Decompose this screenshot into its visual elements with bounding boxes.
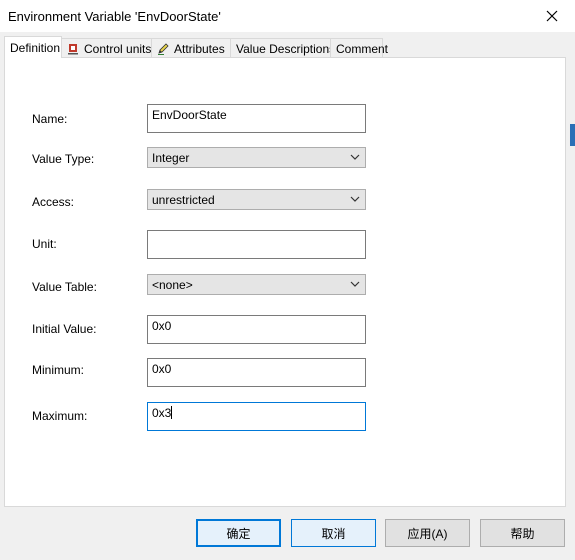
unit-input[interactable] (147, 230, 366, 259)
text-cursor (171, 406, 173, 419)
chevron-down-icon (350, 281, 360, 287)
value-table-select[interactable]: <none> (147, 274, 366, 295)
pencil-icon (157, 42, 169, 55)
value-table-label: Value Table: (32, 280, 97, 294)
title-bar: Environment Variable 'EnvDoorState' (0, 0, 575, 32)
initial-value-label: Initial Value: (32, 322, 97, 336)
value-type-label: Value Type: (32, 152, 95, 166)
value-type-select[interactable]: Integer (147, 147, 366, 168)
maximum-value: 0x3 (152, 406, 172, 420)
close-icon (546, 10, 558, 22)
name-input[interactable]: EnvDoorState (147, 104, 366, 133)
ok-button-label: 确定 (226, 526, 251, 541)
initial-value-input[interactable]: 0x0 (147, 315, 366, 344)
tab-label: Control units (84, 41, 152, 56)
tab-control-units[interactable]: Control units (61, 38, 152, 58)
maximum-input[interactable]: 0x3 (147, 402, 366, 431)
access-select[interactable]: unrestricted (147, 189, 366, 210)
apply-button[interactable]: 应用(A) (385, 519, 470, 547)
apply-button-label: 应用(A) (407, 526, 448, 541)
help-button[interactable]: 帮助 (480, 519, 565, 547)
tab-comment[interactable]: Comment (330, 38, 388, 58)
tab-label: Value Descriptions (236, 41, 336, 56)
name-value: EnvDoorState (152, 108, 227, 122)
cancel-button-label: 取消 (321, 526, 346, 541)
ok-button[interactable]: 确定 (196, 519, 281, 547)
unit-label: Unit: (32, 237, 57, 251)
help-button-label: 帮助 (510, 526, 535, 541)
chevron-down-icon (350, 196, 360, 202)
tab-label: Comment (336, 41, 389, 56)
tab-label: Attributes (174, 41, 225, 56)
tab-value-descriptions[interactable]: Value Descriptions (230, 38, 335, 58)
ecu-icon (67, 43, 79, 55)
maximum-label: Maximum: (32, 409, 88, 423)
minimum-input[interactable]: 0x0 (147, 358, 366, 387)
background-window-edge (566, 32, 575, 560)
value-table-value: <none> (152, 278, 193, 292)
name-label: Name: (32, 112, 68, 126)
minimum-value: 0x0 (152, 362, 172, 376)
value-type-value: Integer (152, 151, 190, 165)
minimum-label: Minimum: (32, 363, 85, 377)
chevron-down-icon (350, 154, 360, 160)
tab-attributes[interactable]: Attributes (151, 38, 231, 58)
initial-value: 0x0 (152, 319, 172, 333)
tab-strip: Definition Control units Attributes Valu… (4, 36, 388, 58)
window-title: Environment Variable 'EnvDoorState' (8, 9, 221, 24)
tab-label: Definition (10, 40, 61, 55)
close-button[interactable] (529, 0, 575, 32)
cancel-button[interactable]: 取消 (291, 519, 376, 547)
access-label: Access: (32, 195, 75, 209)
tab-definition[interactable]: Definition (4, 36, 62, 58)
access-value: unrestricted (152, 193, 215, 207)
